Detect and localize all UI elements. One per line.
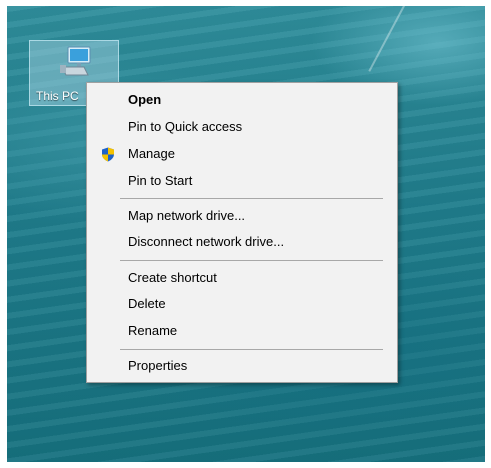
menu-item-label: Manage: [128, 146, 175, 161]
menu-item-delete[interactable]: Delete: [87, 293, 397, 315]
menu-item-label: Rename: [128, 323, 178, 338]
menu-separator: [120, 198, 383, 199]
menu-item-label: Pin to Quick access: [128, 119, 243, 134]
menu-item-pin-start[interactable]: Pin to Start: [87, 170, 397, 192]
menu-item-create-shortcut[interactable]: Create shortcut: [87, 267, 397, 289]
menu-separator: [120, 260, 383, 261]
menu-item-manage[interactable]: Manage: [87, 143, 397, 165]
menu-item-map-network-drive[interactable]: Map network drive...: [87, 205, 397, 227]
menu-item-disconnect-network-drive[interactable]: Disconnect network drive...: [87, 231, 397, 253]
menu-item-label: Map network drive...: [128, 208, 246, 223]
menu-separator: [120, 349, 383, 350]
menu-item-label: Properties: [128, 358, 188, 373]
context-menu: Open Pin to Quick access Manage Pin to S…: [86, 82, 398, 383]
menu-item-pin-quick-access[interactable]: Pin to Quick access: [87, 116, 397, 138]
computer-icon: [60, 46, 91, 76]
menu-item-label: Open: [128, 92, 162, 107]
menu-item-open[interactable]: Open: [87, 89, 397, 111]
menu-item-label: Create shortcut: [128, 270, 217, 285]
wallpaper-streak: [368, 6, 408, 72]
menu-item-rename[interactable]: Rename: [87, 320, 397, 342]
menu-item-label: Delete: [128, 296, 166, 311]
menu-item-properties[interactable]: Properties: [87, 355, 397, 377]
menu-item-label: Pin to Start: [128, 173, 193, 188]
menu-item-label: Disconnect network drive...: [128, 234, 285, 249]
uac-shield-icon: [102, 147, 114, 162]
